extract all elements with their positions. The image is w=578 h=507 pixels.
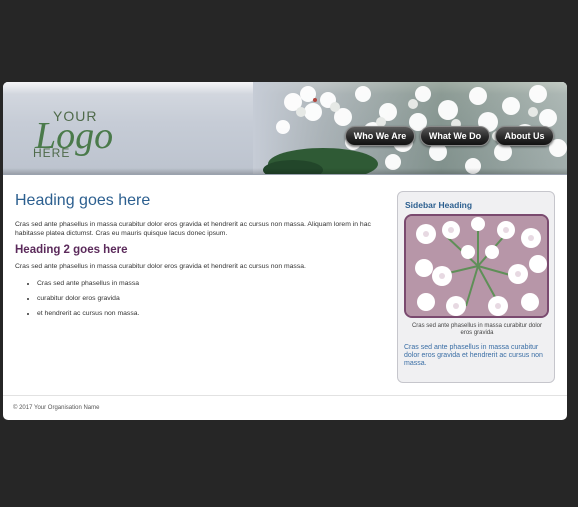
header: YOUR Logo HERE Who We Are What We Do Abo… <box>3 82 567 175</box>
page-heading: Heading goes here <box>15 192 151 209</box>
footer-divider <box>3 395 567 396</box>
sidebar-heading: Sidebar Heading <box>405 200 473 210</box>
logo-here-text: HERE <box>33 146 71 160</box>
nav-what-we-do-button[interactable]: What We Do <box>420 126 490 146</box>
intro-paragraph: Cras sed ante phasellus in massa curabit… <box>15 221 371 237</box>
main-content: Heading goes here Cras sed ante phasellu… <box>15 192 387 321</box>
sidebar-text: Cras sed ante phasellus in massa curabit… <box>404 344 543 367</box>
logo[interactable]: YOUR Logo HERE <box>33 104 143 164</box>
bullet-list: Cras sed ante phasellus in massa curabit… <box>37 276 387 321</box>
sidebar: Sidebar Heading Cras sed ante phasellus … <box>397 191 555 383</box>
nav-about-us-button[interactable]: About Us <box>495 126 554 146</box>
sidebar-flower-image <box>404 214 549 318</box>
page-heading-2: Heading 2 goes here <box>15 244 128 256</box>
list-item: et hendrerit ac cursus non massa. <box>37 306 387 321</box>
nav-who-we-are-button[interactable]: Who We Are <box>345 126 415 146</box>
list-item: curabitur dolor eros gravida <box>37 291 387 306</box>
header-shadow <box>3 168 567 174</box>
page-container: YOUR Logo HERE Who We Are What We Do Abo… <box>3 82 567 420</box>
second-paragraph: Cras sed ante phasellus in massa curabit… <box>15 263 306 270</box>
list-item: Cras sed ante phasellus in massa <box>37 276 387 291</box>
sidebar-image-caption: Cras sed ante phasellus in massa curabit… <box>411 323 543 336</box>
footer-copyright: © 2017 Your Organisation Name <box>13 405 100 411</box>
